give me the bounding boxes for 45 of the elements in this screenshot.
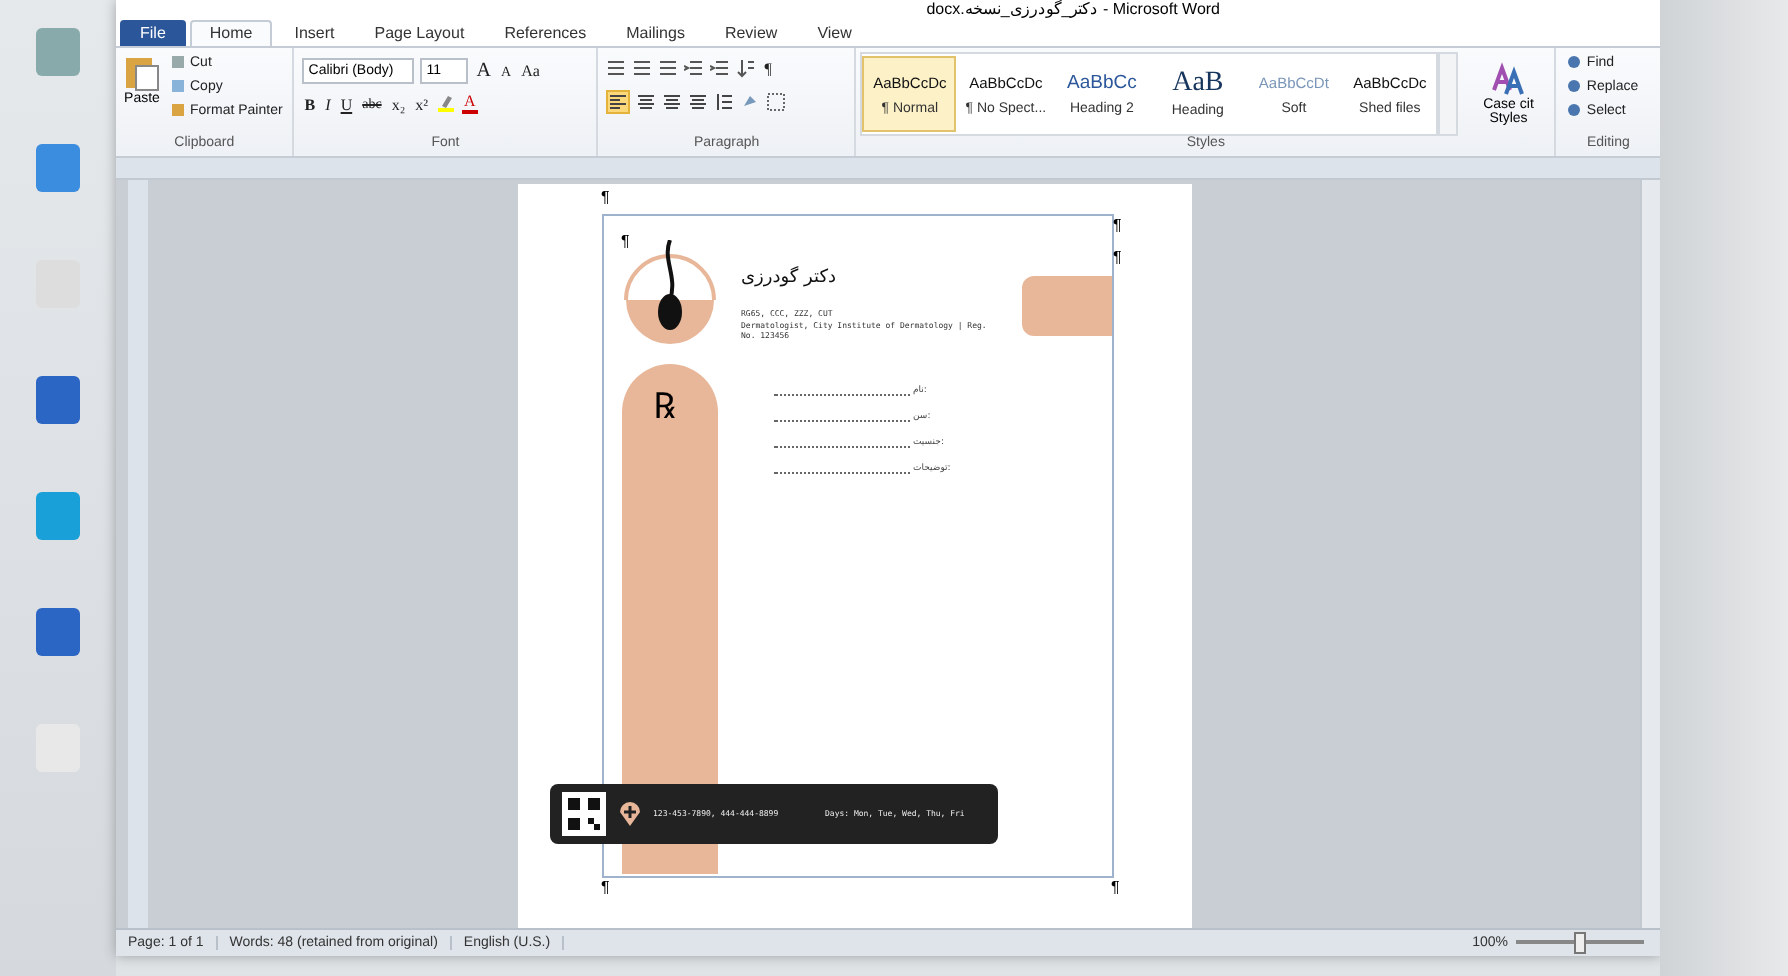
paragraph-mark: ¶ <box>1113 215 1122 234</box>
grow-font-button[interactable]: A <box>474 60 494 82</box>
align-icon[interactable] <box>688 92 709 112</box>
indent-icon[interactable] <box>684 58 705 78</box>
location-pin-icon <box>617 799 641 828</box>
align-icon[interactable] <box>662 92 683 112</box>
paragraph-mark: ¶ <box>1113 247 1122 266</box>
ribbon-tab[interactable]: Home <box>189 19 273 46</box>
doctor-name: دکتر گودرزی <box>741 267 837 288</box>
ribbon-tab[interactable]: Mailings <box>608 19 703 46</box>
list-icon[interactable] <box>606 58 627 78</box>
change-case-button[interactable]: Aa <box>519 62 542 80</box>
indent-icon[interactable] <box>710 58 731 78</box>
paragraph-mark: ¶ <box>601 187 610 206</box>
letters-icon <box>1490 62 1527 98</box>
list-icon[interactable] <box>632 58 653 78</box>
subscript-button[interactable]: x₂ <box>389 95 408 113</box>
italic-button[interactable]: I <box>323 95 333 113</box>
ribbon-tab[interactable]: Insert <box>276 19 353 46</box>
bold-button[interactable]: B <box>302 95 318 113</box>
clipboard-icon <box>124 52 160 92</box>
vertical-scrollbar[interactable] <box>1640 179 1660 928</box>
paragraph-mark: ¶ <box>621 231 630 250</box>
show-formatting-button[interactable]: ¶ <box>762 59 774 77</box>
ribbon-tab[interactable]: File <box>120 19 186 46</box>
ribbon-tab[interactable]: Page Layout <box>356 19 483 46</box>
ribbon-tab[interactable]: Review <box>706 19 796 46</box>
qr-code-icon <box>561 791 605 836</box>
window-title: docx.دکتر_گودرزی_نسخه - Microsoft Word <box>116 0 1660 20</box>
list-icon[interactable] <box>658 58 679 78</box>
sort-icon[interactable] <box>736 58 757 78</box>
text-box-frame[interactable] <box>601 213 1113 878</box>
paragraph-mark: ¶ <box>1111 877 1120 896</box>
underline-button[interactable]: U <box>338 95 355 113</box>
rx-symbol: ℞ <box>653 383 675 428</box>
font-color-button[interactable]: A <box>462 94 478 114</box>
superscript-button[interactable]: x² <box>413 95 431 113</box>
line-spacing-icon[interactable] <box>714 92 735 112</box>
borders-icon[interactable] <box>766 92 787 112</box>
ribbon-tab[interactable]: References <box>486 19 605 46</box>
align-icon[interactable] <box>636 92 657 112</box>
highlighter-icon[interactable] <box>436 94 457 114</box>
ribbon-tab[interactable]: View <box>799 19 870 46</box>
paragraph-mark: ¶ <box>601 877 610 896</box>
styles-scrollbar[interactable] <box>1438 52 1459 136</box>
